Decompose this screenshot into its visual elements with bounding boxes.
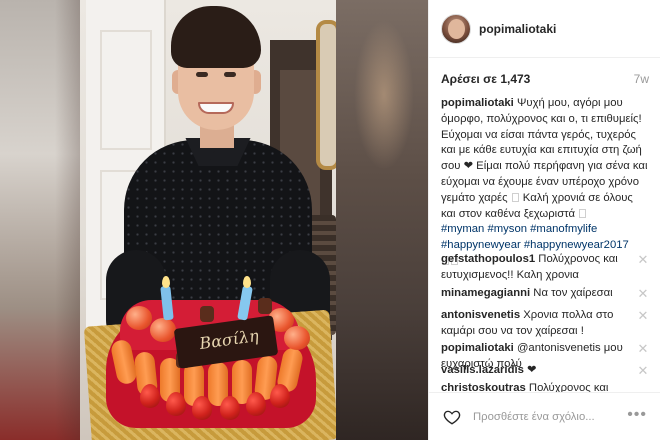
post-caption: popimaliotaki Ψυχή μου, αγόρι μου όμορφο… [441,96,649,270]
comment-text: Να τον χαίρεσαι [533,287,613,299]
photo-blur-left [0,0,80,440]
comment-item: christoskoutras Πολύχρονος και [441,381,649,392]
user-avatar[interactable] [441,14,471,44]
comment-username[interactable]: popimaliotaki [441,342,514,354]
comment-username[interactable]: antonisvenetis [441,309,520,321]
caption-hashtags[interactable]: #myman #myson #manofmylife #happynewyear… [441,223,629,251]
candle-flame-icon [162,276,170,288]
post-photo[interactable]: Βασίλη [80,0,336,440]
likes-row: Αρέσει σε 1,473 7w [429,58,660,96]
add-comment-input[interactable] [473,407,613,427]
more-options-icon[interactable]: ••• [627,407,647,423]
comment-item: antonisvenetis Χρονια πολλα στο καμάρι σ… [441,308,649,340]
comment-text: ❤ [527,364,537,376]
caption-text: Ψυχή μου, αγόρι μου όμορφο, πολύχρονος κ… [441,97,648,204]
close-icon[interactable]: ✕ [637,309,649,322]
photo-blur-right [336,0,428,440]
post-author-username[interactable]: popimaliotaki [479,22,556,36]
post-header: popimaliotaki [429,0,660,58]
post-details-panel: popimaliotaki Αρέσει σε 1,473 7w popimal… [428,0,660,440]
comment-text: Πολύχρονος και [528,382,609,392]
comment-item: gefstathopoulos1 Πολύχρονος και ευτυχισμ… [441,252,649,284]
close-icon[interactable]: ✕ [637,342,649,355]
comment-username[interactable]: christoskoutras [441,382,526,392]
close-icon[interactable]: ✕ [637,287,649,300]
comment-username[interactable]: vasilis.lazaridis [441,364,524,376]
comment-item: vasilis.lazaridis ❤ [441,363,649,379]
candle-flame-icon [243,276,251,288]
emoji-placeholder-icon [511,192,519,202]
emoji-placeholder-icon [579,208,587,218]
post-age[interactable]: 7w [634,72,649,86]
likes-count[interactable]: Αρέσει σε 1,473 [441,72,530,86]
heart-outline-icon[interactable] [443,408,461,426]
close-icon[interactable]: ✕ [637,253,649,266]
caption-username[interactable]: popimaliotaki [441,97,514,109]
add-comment-row: ••• [429,392,660,440]
comments-list[interactable]: popimaliotaki Ψυχή μου, αγόρι μου όμορφο… [429,96,660,392]
comment-item: minamegagianni Να τον χαίρεσαι [441,286,649,302]
comment-username[interactable]: minamegagianni [441,287,530,299]
comment-username[interactable]: gefstathopoulos1 [441,253,535,265]
post-photo-pane: Βασίλη [0,0,428,440]
close-icon[interactable]: ✕ [637,364,649,377]
